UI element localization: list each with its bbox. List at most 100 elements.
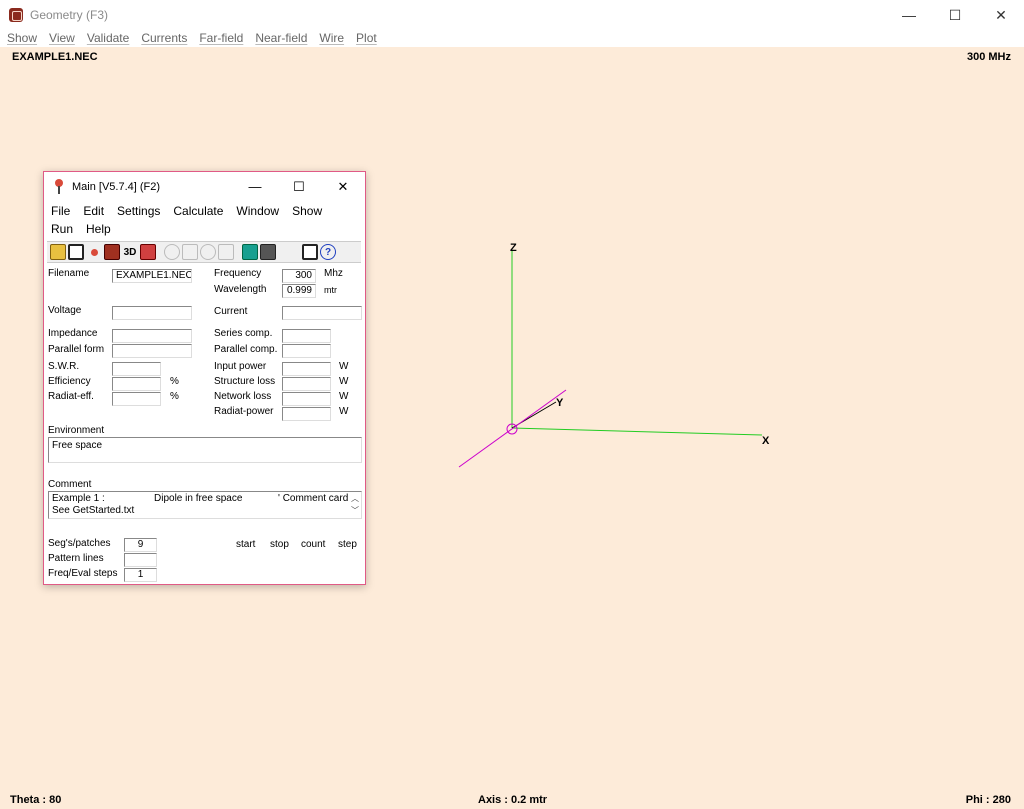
- main-window: Main [V5.7.4] (F2) — ☐ ✕ File Edit Setti…: [43, 171, 366, 585]
- comment-line-2: See GetStarted.txt: [52, 505, 135, 516]
- segs-field[interactable]: 9: [124, 538, 157, 552]
- parallel-form-field: [112, 344, 192, 358]
- menu-view[interactable]: View: [49, 30, 75, 47]
- menu-wire[interactable]: Wire: [319, 30, 344, 47]
- unit-efficiency: %: [170, 376, 179, 387]
- label-frequency: Frequency: [214, 268, 262, 279]
- label-freq-steps: Freq/Eval steps: [48, 568, 118, 579]
- label-voltage: Voltage: [48, 305, 82, 316]
- main-menu-run[interactable]: Run: [51, 220, 73, 238]
- label-frequency-unit: Mhz: [324, 268, 343, 279]
- comment-line1-b: Dipole in free space: [154, 493, 243, 504]
- grid-icon[interactable]: [260, 244, 276, 260]
- zoom-icon[interactable]: [278, 244, 294, 260]
- label-structure-loss: Structure loss: [214, 376, 276, 387]
- open-folder-icon[interactable]: [50, 244, 66, 260]
- close-button[interactable]: ✕: [978, 0, 1024, 30]
- main-menu-settings[interactable]: Settings: [117, 202, 160, 220]
- label-swr: S.W.R.: [48, 361, 80, 372]
- main-menu-file[interactable]: File: [51, 202, 70, 220]
- edit-icon[interactable]: [140, 244, 156, 260]
- impedance-field: [112, 329, 192, 343]
- label-network-loss: Network loss: [214, 391, 272, 402]
- scroll-up-icon[interactable]: ︿: [351, 493, 359, 505]
- book-icon[interactable]: [302, 244, 318, 260]
- label-comment: Comment: [48, 479, 92, 490]
- help-icon[interactable]: ?: [320, 244, 336, 260]
- nearfield-icon[interactable]: [200, 244, 216, 260]
- main-menu-calculate[interactable]: Calculate: [173, 202, 223, 220]
- copy-icon[interactable]: [68, 244, 84, 260]
- label-wavelength: Wavelength: [214, 284, 267, 295]
- freq-steps-field[interactable]: 1: [124, 568, 157, 582]
- environment-box[interactable]: Free space: [48, 437, 362, 463]
- menu-show[interactable]: Show: [7, 30, 37, 47]
- main-titlebar: Main [V5.7.4] (F2) — ☐ ✕: [44, 172, 365, 201]
- main-toolbar: 3D ?: [47, 241, 361, 263]
- label-pattern-lines: Pattern lines: [48, 553, 104, 564]
- status-axis: Axis : 0.2 mtr: [478, 794, 548, 806]
- efficiency-field: [112, 377, 161, 391]
- network-loss-field: [282, 392, 331, 406]
- menu-currents[interactable]: Currents: [141, 30, 187, 47]
- window-titlebar: Geometry (F3) — ☐ ✕: [0, 0, 1024, 30]
- calculator-icon[interactable]: [242, 244, 258, 260]
- input-power-field: [282, 362, 331, 376]
- unit-structure-loss: W: [339, 376, 349, 387]
- menu-validate[interactable]: Validate: [87, 30, 129, 47]
- main-close-button[interactable]: ✕: [321, 172, 365, 201]
- main-menu-help[interactable]: Help: [86, 220, 111, 238]
- main-menu-edit[interactable]: Edit: [83, 202, 104, 220]
- cube-icon[interactable]: [104, 244, 120, 260]
- antenna-icon[interactable]: [86, 244, 102, 260]
- help-ring-icon[interactable]: [164, 244, 180, 260]
- label-parallel-form: Parallel form: [48, 344, 105, 355]
- optimize-icon[interactable]: [218, 244, 234, 260]
- filename-field[interactable]: EXAMPLE1.NEC: [112, 269, 192, 283]
- 3d-view-icon[interactable]: 3D: [122, 244, 138, 260]
- main-body: Filename EXAMPLE1.NEC Frequency 300 Mhz …: [44, 263, 365, 593]
- label-radiat-power: Radiat-power: [214, 406, 274, 417]
- status-theta: Theta : 80: [10, 794, 62, 806]
- label-step: step: [338, 539, 357, 550]
- comment-line1-a: Example 1 :: [52, 493, 105, 504]
- menubar: Show View Validate Currents Far-field Ne…: [0, 30, 1024, 47]
- main-maximize-button[interactable]: ☐: [277, 172, 321, 201]
- comment-line1-c: ' Comment card: [278, 493, 349, 504]
- radiat-power-field: [282, 407, 331, 421]
- label-filename: Filename: [48, 268, 90, 279]
- main-minimize-button[interactable]: —: [233, 172, 277, 201]
- wavelength-field: 0.999: [282, 284, 316, 298]
- minimize-button[interactable]: —: [886, 0, 932, 30]
- menu-plot[interactable]: Plot: [356, 30, 377, 47]
- scroll-down-icon[interactable]: ﹀: [351, 505, 359, 517]
- label-segs: Seg's/patches: [48, 538, 111, 549]
- main-menu-window[interactable]: Window: [236, 202, 279, 220]
- menu-far-field[interactable]: Far-field: [199, 30, 243, 47]
- voltage-field: [112, 306, 192, 320]
- pattern-icon[interactable]: [182, 244, 198, 260]
- environment-value: Free space: [52, 440, 103, 451]
- comment-box[interactable]: Example 1 : Dipole in free space ' Comme…: [48, 491, 362, 519]
- frequency-field[interactable]: 300: [282, 269, 316, 283]
- maximize-button[interactable]: ☐: [932, 0, 978, 30]
- antenna-app-icon: [54, 178, 64, 195]
- unit-input-power: W: [339, 361, 349, 372]
- label-series-comp: Series comp.: [214, 328, 273, 339]
- menu-near-field[interactable]: Near-field: [255, 30, 307, 47]
- label-count: count: [301, 539, 326, 550]
- canvas-frequency: 300 MHz: [966, 51, 1011, 63]
- unit-radiat-eff: %: [170, 391, 179, 402]
- unit-radiat-power: W: [339, 406, 349, 417]
- parallel-comp-field: [282, 344, 331, 358]
- label-efficiency: Efficiency: [48, 376, 91, 387]
- pattern-lines-field[interactable]: [124, 553, 157, 567]
- label-parallel-comp: Parallel comp.: [214, 344, 278, 355]
- structure-loss-field: [282, 377, 331, 391]
- swr-field: [112, 362, 161, 376]
- label-input-power: Input power: [214, 361, 267, 372]
- status-phi: Phi : 280: [965, 794, 1011, 806]
- main-menu-show[interactable]: Show: [292, 202, 322, 220]
- label-wavelength-unit: mtr: [324, 285, 337, 295]
- canvas-filename: EXAMPLE1.NEC: [12, 51, 98, 63]
